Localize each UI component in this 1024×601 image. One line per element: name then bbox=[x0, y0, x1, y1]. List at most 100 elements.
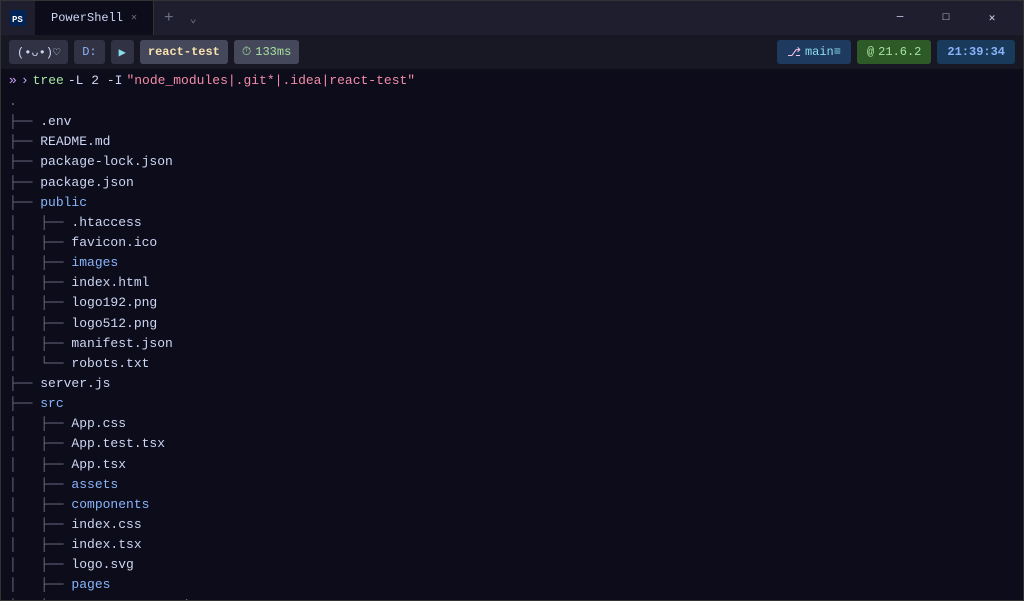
tree-connector: │ ├── bbox=[9, 455, 71, 475]
prompt-arrow1: » bbox=[9, 73, 17, 88]
tree-file-name: react-app-env.d.ts bbox=[71, 596, 211, 600]
tree-connector: │ ├── bbox=[9, 233, 71, 253]
tree-file-name: logo512.png bbox=[71, 314, 157, 334]
drive-label: D: bbox=[82, 45, 96, 59]
command-args: -L 2 -I bbox=[68, 73, 123, 88]
tree-item: │ ├── index.html bbox=[9, 273, 1015, 293]
tree-connector: │ ├── bbox=[9, 535, 71, 555]
git-icon: ⎇ bbox=[787, 45, 801, 60]
tree-file-name: index.css bbox=[71, 515, 141, 535]
tree-item: │ ├── index.css bbox=[9, 515, 1015, 535]
tree-item: │ ├── react-app-env.d.ts bbox=[9, 596, 1015, 600]
tree-file-name: index.tsx bbox=[71, 535, 141, 555]
titlebar-left: PS PowerShell ✕ + ⌄ bbox=[9, 1, 203, 35]
face-emoji: (•ᴗ•)♡ bbox=[17, 45, 60, 60]
tree-file-name: App.test.tsx bbox=[71, 434, 165, 454]
tab-powershell[interactable]: PowerShell ✕ bbox=[35, 1, 154, 35]
prompt-right: ⎇ main≡ @ 21.6.2 21:39:34 bbox=[777, 40, 1015, 64]
tree-item: │ ├── App.tsx bbox=[9, 455, 1015, 475]
terminal-output[interactable]: . ├── .env├── README.md├── package-lock.… bbox=[1, 90, 1023, 600]
maximize-button[interactable]: □ bbox=[923, 1, 969, 35]
tree-item: │ ├── manifest.json bbox=[9, 334, 1015, 354]
tree-directory-name: pages bbox=[71, 575, 110, 595]
window-body: (•ᴗ•)♡ D: ▶ react-test ⏱ 133ms ⎇ main≡ bbox=[1, 35, 1023, 600]
tab-area: PowerShell ✕ + ⌄ bbox=[35, 1, 203, 35]
tree-item: │ ├── assets bbox=[9, 475, 1015, 495]
tree-file-name: manifest.json bbox=[71, 334, 172, 354]
tree-directory-name: src bbox=[40, 394, 63, 414]
tree-item: │ ├── components bbox=[9, 495, 1015, 515]
tree-connector: │ ├── bbox=[9, 475, 71, 495]
tree-item: ├── src bbox=[9, 394, 1015, 414]
path-arrow-segment: ▶ bbox=[111, 40, 134, 64]
tree-item: ├── .env bbox=[9, 112, 1015, 132]
terminal-window: PS PowerShell ✕ + ⌄ ─ □ ✕ (•ᴗ•)♡ bbox=[0, 0, 1024, 601]
tree-root: . bbox=[9, 92, 1015, 112]
tree-file-name: robots.txt bbox=[71, 354, 149, 374]
tree-directory-name: public bbox=[40, 193, 87, 213]
tree-connector: │ ├── bbox=[9, 434, 71, 454]
tab-label: PowerShell bbox=[51, 11, 123, 25]
tree-connector: │ └── bbox=[9, 354, 71, 374]
tree-connector: ├── bbox=[9, 112, 40, 132]
app-icon: PS bbox=[9, 9, 27, 27]
tree-connector: │ ├── bbox=[9, 314, 71, 334]
tree-item: │ ├── .htaccess bbox=[9, 213, 1015, 233]
tree-directory-name: images bbox=[71, 253, 118, 273]
tree-connector: ├── bbox=[9, 193, 40, 213]
tree-item: │ ├── favicon.ico bbox=[9, 233, 1015, 253]
clock-segment: 21:39:34 bbox=[937, 40, 1015, 64]
tree-file-name: logo.svg bbox=[71, 555, 133, 575]
minimize-button[interactable]: ─ bbox=[877, 1, 923, 35]
git-segment: ⎇ main≡ bbox=[777, 40, 851, 64]
tab-dropdown-button[interactable]: ⌄ bbox=[184, 11, 203, 26]
tree-connector: │ ├── bbox=[9, 596, 71, 600]
tree-file-name: package-lock.json bbox=[40, 152, 173, 172]
git-branch: main≡ bbox=[805, 45, 841, 59]
tree-file-name: README.md bbox=[40, 132, 110, 152]
tree-file-name: App.tsx bbox=[71, 455, 126, 475]
tree-file-name: logo192.png bbox=[71, 293, 157, 313]
tree-file-name: package.json bbox=[40, 173, 134, 193]
tree-connector: │ ├── bbox=[9, 555, 71, 575]
tree-connector: │ ├── bbox=[9, 495, 71, 515]
tree-connector: │ ├── bbox=[9, 253, 71, 273]
tree-output: . ├── .env├── README.md├── package-lock.… bbox=[9, 92, 1015, 600]
new-tab-button[interactable]: + bbox=[154, 9, 184, 27]
node-version: 21.6.2 bbox=[878, 45, 921, 59]
tab-close-button[interactable]: ✕ bbox=[131, 12, 137, 24]
tree-item: │ ├── index.tsx bbox=[9, 535, 1015, 555]
tree-file-name: App.css bbox=[71, 414, 126, 434]
tree-connector: ├── bbox=[9, 152, 40, 172]
tree-directory-name: assets bbox=[71, 475, 118, 495]
svg-text:PS: PS bbox=[12, 15, 23, 25]
tree-connector: ├── bbox=[9, 132, 40, 152]
tree-connector: │ ├── bbox=[9, 213, 71, 233]
path-icon: ▶ bbox=[119, 45, 126, 60]
command-cmd: tree bbox=[33, 73, 64, 88]
tree-directory-name: components bbox=[71, 495, 149, 515]
command-string-arg: "node_modules|.git*|.idea|react-test" bbox=[126, 73, 415, 88]
prompt-arrow2: › bbox=[21, 73, 29, 88]
tree-connector: │ ├── bbox=[9, 414, 71, 434]
tree-file-name: .htaccess bbox=[71, 213, 141, 233]
tree-file-name: server.js bbox=[40, 374, 110, 394]
tree-item: │ ├── images bbox=[9, 253, 1015, 273]
tree-connector: │ ├── bbox=[9, 293, 71, 313]
node-at: @ bbox=[867, 45, 874, 59]
tree-connector: ├── bbox=[9, 394, 40, 414]
face-segment: (•ᴗ•)♡ bbox=[9, 40, 68, 64]
tree-item: │ ├── logo192.png bbox=[9, 293, 1015, 313]
root-connector: . bbox=[9, 92, 17, 112]
tree-item: ├── README.md bbox=[9, 132, 1015, 152]
time-icon: ⏱ bbox=[242, 45, 251, 59]
node-segment: @ 21.6.2 bbox=[857, 40, 931, 64]
tree-item: ├── package-lock.json bbox=[9, 152, 1015, 172]
tree-connector: │ ├── bbox=[9, 575, 71, 595]
folder-name: react-test bbox=[148, 45, 220, 59]
tree-item: │ └── robots.txt bbox=[9, 354, 1015, 374]
close-button[interactable]: ✕ bbox=[969, 1, 1015, 35]
tree-connector: │ ├── bbox=[9, 334, 71, 354]
command-line: » › tree -L 2 -I "node_modules|.git*|.id… bbox=[1, 69, 1023, 90]
time-value: 133ms bbox=[255, 45, 291, 59]
